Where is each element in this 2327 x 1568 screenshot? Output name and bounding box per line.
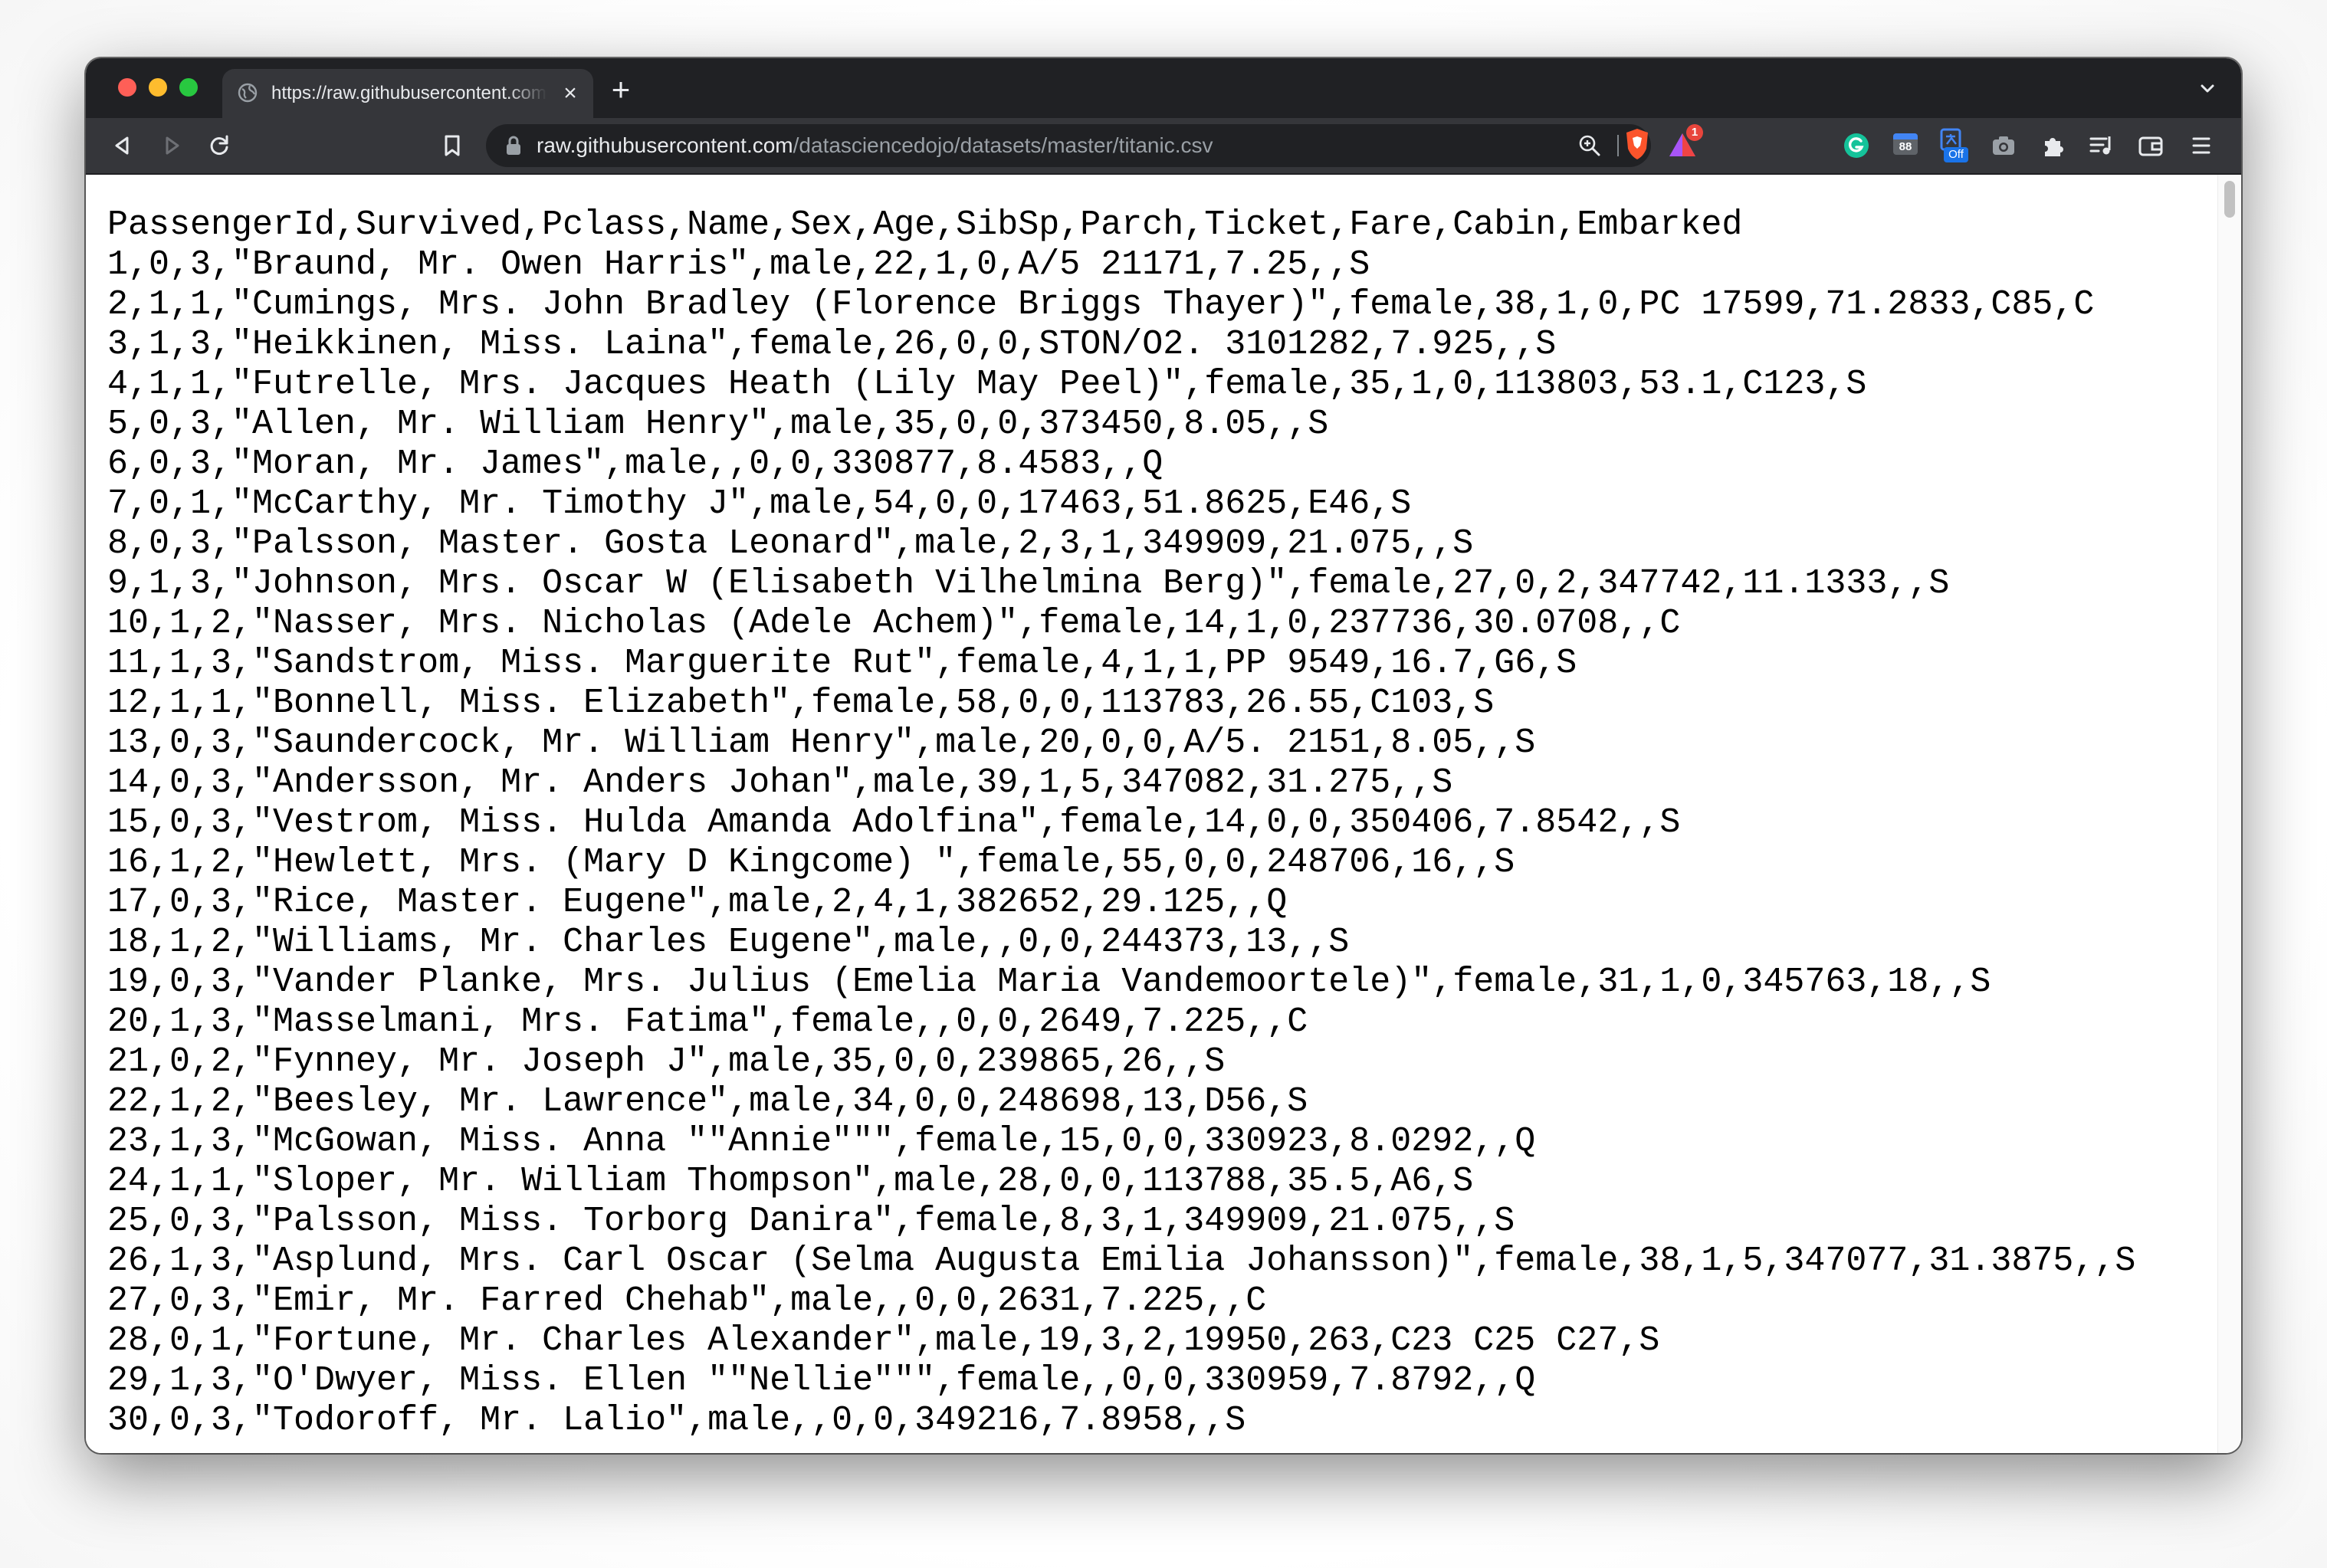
vertical-scrollbar[interactable] — [2217, 175, 2241, 1453]
translate-extension-icon[interactable]: Off — [1939, 127, 1971, 166]
url-host: raw.githubusercontent.com — [537, 133, 793, 157]
desktop-background: https://raw.githubusercontent.com/datasc… — [0, 0, 2327, 1568]
csv-data-line: 25,0,3,"Palsson, Miss. Torborg Danira",f… — [107, 1202, 1515, 1241]
tab-strip: https://raw.githubusercontent.com/datasc… — [86, 58, 2241, 118]
csv-data-line: 5,0,3,"Allen, Mr. William Henry",male,35… — [107, 405, 1329, 444]
new-tab-button[interactable]: + — [606, 74, 636, 106]
window-zoom-icon[interactable] — [179, 78, 198, 97]
brave-shield-icon[interactable] — [1623, 127, 1651, 161]
url-text: raw.githubusercontent.com/datasciencedoj… — [537, 132, 1213, 159]
bookmark-icon[interactable] — [438, 132, 466, 159]
back-icon[interactable] — [109, 132, 136, 159]
csv-data-line: 2,1,1,"Cumings, Mrs. John Bradley (Flore… — [107, 285, 2095, 324]
csv-data-line: 9,1,3,"Johnson, Mrs. Oscar W (Elisabeth … — [107, 564, 1950, 603]
csv-data-line: 21,0,2,"Fynney, Mr. Joseph J",male,35,0,… — [107, 1042, 1226, 1081]
address-bar[interactable]: raw.githubusercontent.com/datasciencedoj… — [486, 124, 1651, 167]
navigation-toolbar: raw.githubusercontent.com/datasciencedoj… — [86, 118, 2241, 175]
csv-data-line: 26,1,3,"Asplund, Mrs. Carl Oscar (Selma … — [107, 1242, 2136, 1281]
csv-data-line: 3,1,3,"Heikkinen, Miss. Laina",female,26… — [107, 325, 1557, 364]
csv-data-line: 17,0,3,"Rice, Master. Eugene",male,2,4,1… — [107, 883, 1288, 922]
tab-search-icon[interactable] — [2195, 77, 2220, 101]
csv-data-line: 16,1,2,"Hewlett, Mrs. (Mary D Kingcome) … — [107, 843, 1515, 882]
csv-data-line: 27,0,3,"Emir, Mr. Farred Chehab",male,,0… — [107, 1281, 1267, 1320]
address-bar-divider — [1617, 135, 1619, 156]
csv-data-line: 1,0,3,"Braund, Mr. Owen Harris",male,22,… — [107, 245, 1370, 284]
csv-data-line: 11,1,3,"Sandstrom, Miss. Marguerite Rut"… — [107, 644, 1577, 683]
csv-data-line: 15,0,3,"Vestrom, Miss. Hulda Amanda Adol… — [107, 803, 1681, 842]
extension-off-label: Off — [1944, 147, 1968, 162]
csv-data-line: 18,1,2,"Williams, Mr. Charles Eugene",ma… — [107, 923, 1350, 962]
csv-data-line: 28,0,1,"Fortune, Mr. Charles Alexander",… — [107, 1321, 1660, 1360]
csv-data-line: 6,0,3,"Moran, Mr. James",male,,0,0,33087… — [107, 444, 1164, 484]
lock-icon[interactable] — [504, 135, 523, 156]
forward-icon[interactable] — [158, 132, 185, 159]
url-path: /datasciencedojo/datasets/master/titanic… — [793, 133, 1213, 157]
csv-data-line: 13,0,3,"Saundercock, Mr. William Henry",… — [107, 723, 1536, 763]
csv-data-line: 8,0,3,"Palsson, Master. Gosta Leonard",m… — [107, 524, 1474, 563]
notification-badge: 1 — [1686, 124, 1703, 141]
csv-data-line: 29,1,3,"O'Dwyer, Miss. Ellen ""Nellie"""… — [107, 1361, 1536, 1400]
csv-text: PassengerId,Survived,Pclass,Name,Sex,Age… — [107, 205, 2135, 1441]
zoom-icon[interactable] — [1577, 133, 1602, 158]
reload-icon[interactable] — [205, 132, 233, 159]
window-minimize-icon[interactable] — [149, 78, 167, 97]
extension-badge-text: 88 — [1899, 140, 1912, 153]
csv-data-line: 22,1,2,"Beesley, Mr. Lawrence",male,34,0… — [107, 1082, 1308, 1121]
tab-active[interactable]: https://raw.githubusercontent.com/datasc… — [222, 69, 593, 118]
calendar-extension-icon[interactable]: 88 — [1892, 130, 1919, 158]
grammarly-icon[interactable] — [1843, 132, 1870, 159]
csv-data-line: 30,0,3,"Todoroff, Mr. Lalio",male,,0,0,3… — [107, 1401, 1246, 1440]
globe-icon — [238, 83, 258, 103]
csv-data-line: 14,0,3,"Andersson, Mr. Anders Johan",mal… — [107, 763, 1453, 802]
csv-data-line: 19,0,3,"Vander Planke, Mrs. Julius (Emel… — [107, 963, 1991, 1002]
reading-list-icon[interactable] — [2088, 132, 2115, 159]
tab-close-icon[interactable]: × — [558, 81, 583, 106]
page-content: PassengerId,Survived,Pclass,Name,Sex,Age… — [86, 175, 2241, 1453]
csv-data-line: 23,1,3,"McGowan, Miss. Anna ""Annie""",f… — [107, 1122, 1536, 1161]
csv-header-line: PassengerId,Survived,Pclass,Name,Sex,Age… — [107, 205, 1743, 244]
wallet-icon[interactable] — [2137, 132, 2165, 159]
csv-data-line: 4,1,1,"Futrelle, Mrs. Jacques Heath (Lil… — [107, 365, 1867, 404]
scrollbar-thumb[interactable] — [2224, 181, 2235, 218]
csv-data-line: 20,1,3,"Masselmani, Mrs. Fatima",female,… — [107, 1002, 1308, 1042]
window-close-icon[interactable] — [118, 78, 136, 97]
extensions-puzzle-icon[interactable] — [2039, 132, 2066, 159]
screenshot-extension-icon[interactable] — [1990, 132, 2017, 159]
csv-data-line: 12,1,1,"Bonnell, Miss. Elizabeth",female… — [107, 684, 1495, 723]
csv-data-line: 10,1,2,"Nasser, Mrs. Nicholas (Adele Ach… — [107, 604, 1681, 643]
tab-title: https://raw.githubusercontent.com/datasc… — [271, 83, 547, 103]
menu-icon[interactable] — [2188, 132, 2215, 159]
csv-data-line: 7,0,1,"McCarthy, Mr. Timothy J",male,54,… — [107, 484, 1412, 523]
browser-window: https://raw.githubusercontent.com/datasc… — [86, 58, 2241, 1453]
csv-data-line: 24,1,1,"Sloper, Mr. William Thompson",ma… — [107, 1162, 1474, 1201]
